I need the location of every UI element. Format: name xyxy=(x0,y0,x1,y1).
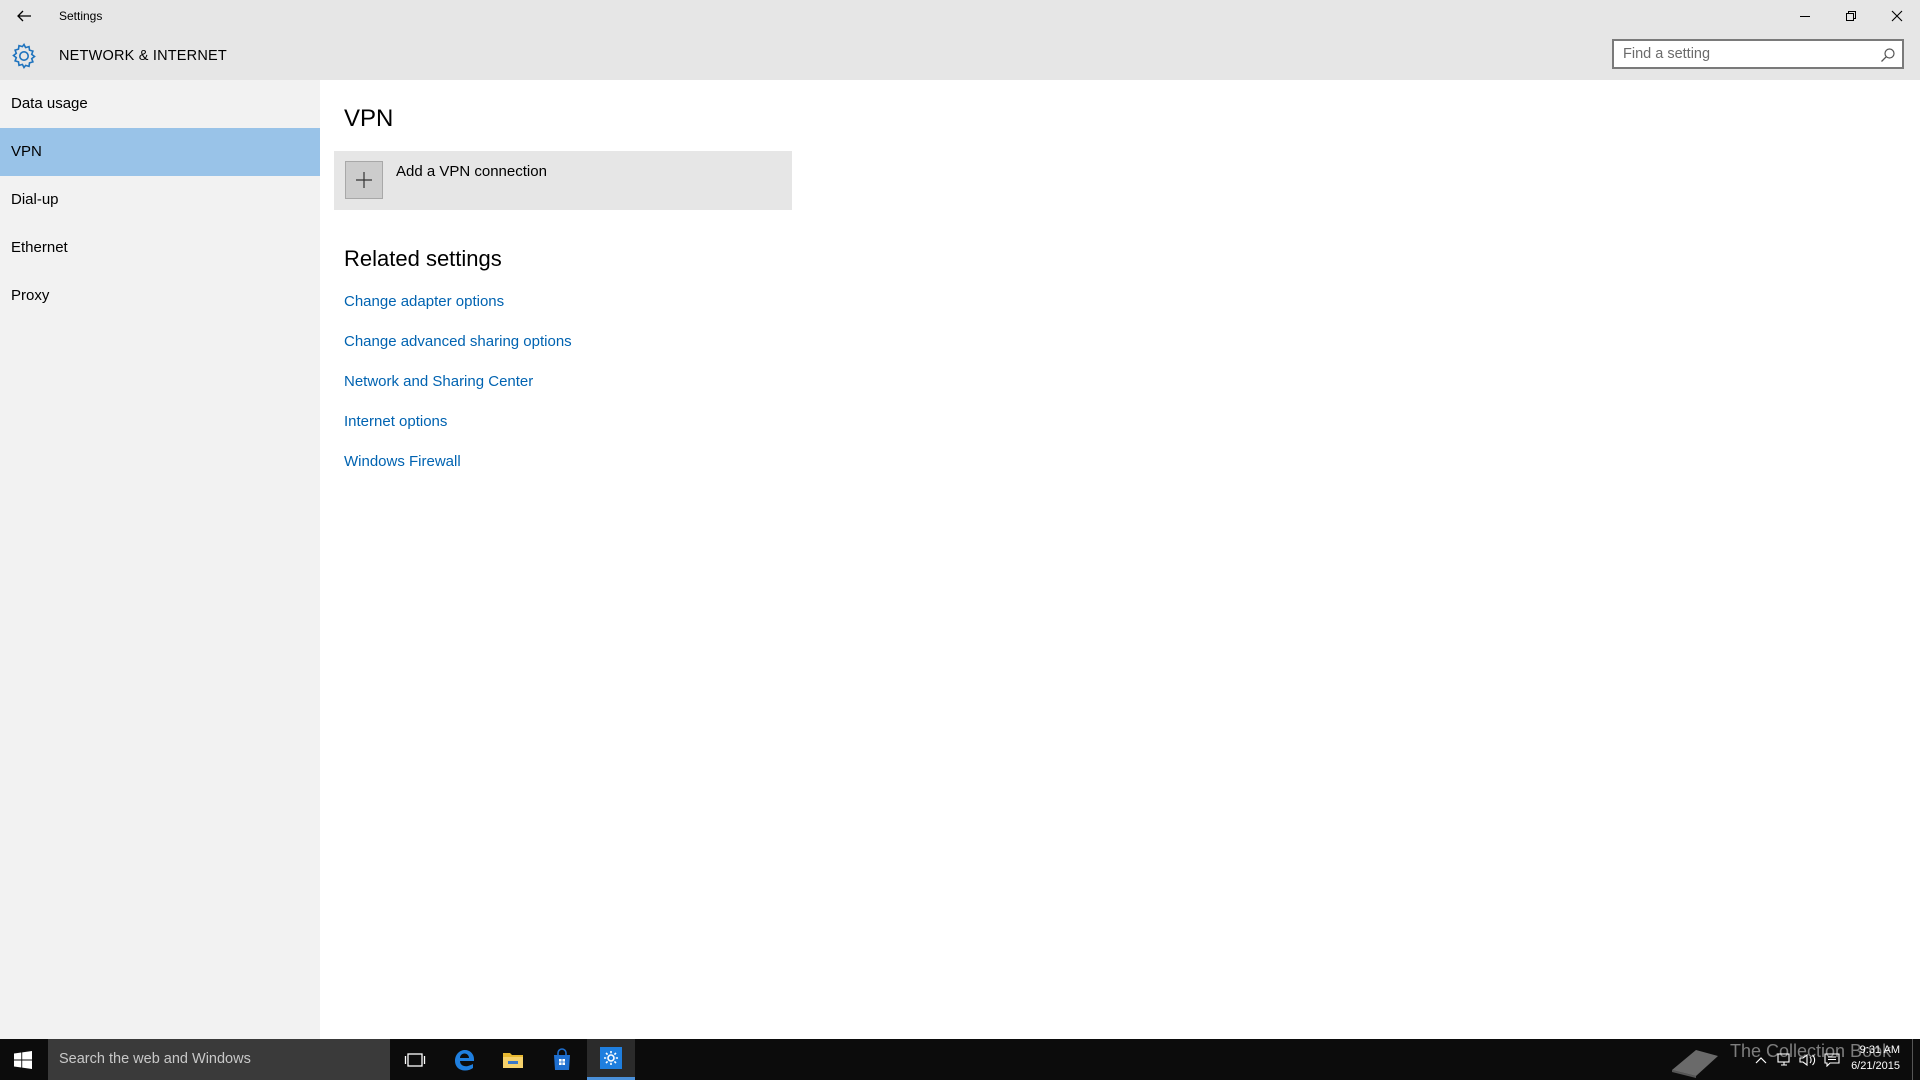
section-title: NETWORK & INTERNET xyxy=(59,48,227,64)
settings-header: NETWORK & INTERNET xyxy=(0,32,1920,80)
restore-button[interactable] xyxy=(1828,0,1874,32)
page-title: VPN xyxy=(344,105,394,132)
plus-icon-tile xyxy=(345,161,383,199)
file-explorer-icon xyxy=(503,1052,523,1068)
taskbar-search-placeholder: Search the web and Windows xyxy=(59,1051,251,1067)
plus-icon xyxy=(356,172,372,188)
action-center-button[interactable] xyxy=(1823,1051,1841,1069)
sidebar-item-vpn[interactable]: VPN xyxy=(0,128,320,176)
show-hidden-icons-button[interactable] xyxy=(1752,1051,1770,1069)
action-center-icon xyxy=(1824,1053,1840,1067)
volume-icon xyxy=(1799,1053,1816,1067)
link-network-and-sharing-center[interactable]: Network and Sharing Center xyxy=(344,373,533,390)
related-settings-heading: Related settings xyxy=(344,246,502,271)
link-change-advanced-sharing-options[interactable]: Change advanced sharing options xyxy=(344,333,572,350)
link-windows-firewall[interactable]: Windows Firewall xyxy=(344,453,461,470)
network-icon xyxy=(1777,1053,1790,1066)
close-icon xyxy=(1891,10,1903,22)
edge-icon xyxy=(455,1049,474,1070)
edge-button[interactable] xyxy=(440,1039,488,1080)
sidebar-nav: Data usage VPN Dial-up Ethernet Proxy xyxy=(0,80,320,1039)
sidebar-item-label: Data usage xyxy=(11,95,88,112)
back-arrow-icon xyxy=(17,10,31,22)
chevron-up-icon xyxy=(1755,1057,1767,1064)
clock-time: 9:31 AM xyxy=(1859,1044,1900,1056)
settings-search-input[interactable] xyxy=(1614,41,1873,67)
add-vpn-label: Add a VPN connection xyxy=(396,163,547,180)
sidebar-item-label: Proxy xyxy=(11,287,50,304)
back-button[interactable] xyxy=(0,0,48,32)
sidebar-item-label: Ethernet xyxy=(11,239,68,256)
minimize-icon xyxy=(1800,16,1810,17)
task-view-button[interactable] xyxy=(391,1039,439,1080)
settings-search-box[interactable] xyxy=(1612,39,1904,69)
settings-taskbar-button[interactable] xyxy=(587,1039,635,1080)
file-explorer-button[interactable] xyxy=(489,1039,537,1080)
link-internet-options[interactable]: Internet options xyxy=(344,413,447,430)
app-title: Settings xyxy=(59,9,103,23)
volume-tray-button[interactable] xyxy=(1799,1051,1817,1069)
sidebar-item-data-usage[interactable]: Data usage xyxy=(0,80,320,128)
settings-icon xyxy=(600,1047,622,1069)
sidebar-item-label: VPN xyxy=(11,143,42,160)
sidebar-item-dial-up[interactable]: Dial-up xyxy=(0,176,320,224)
clock-date: 6/21/2015 xyxy=(1851,1060,1900,1072)
sidebar-item-ethernet[interactable]: Ethernet xyxy=(0,224,320,272)
store-button[interactable] xyxy=(538,1039,586,1080)
show-desktop-button[interactable] xyxy=(1912,1039,1920,1080)
sidebar-item-proxy[interactable]: Proxy xyxy=(0,272,320,320)
close-button[interactable] xyxy=(1874,0,1920,32)
minimize-button[interactable] xyxy=(1782,0,1828,32)
search-icon[interactable] xyxy=(1880,47,1896,63)
taskbar-clock[interactable]: 9:31 AM 6/21/2015 xyxy=(1840,1042,1900,1074)
link-change-adapter-options[interactable]: Change adapter options xyxy=(344,293,504,310)
windows-logo-icon xyxy=(14,1050,32,1069)
add-vpn-connection-button[interactable]: Add a VPN connection xyxy=(334,151,792,210)
title-bar: Settings xyxy=(0,0,1920,32)
start-button[interactable] xyxy=(0,1039,46,1080)
sidebar-item-label: Dial-up xyxy=(11,191,59,208)
taskbar: Search the web and Windows The Collectio… xyxy=(0,1039,1920,1080)
store-icon xyxy=(554,1047,570,1070)
restore-icon xyxy=(1846,11,1856,21)
gear-icon xyxy=(12,43,36,69)
taskbar-search-box[interactable]: Search the web and Windows xyxy=(48,1039,390,1080)
main-content: VPN Add a VPN connection Related setting… xyxy=(320,80,1920,1039)
watermark-book-logo xyxy=(1672,1050,1718,1078)
network-tray-button[interactable] xyxy=(1776,1051,1794,1069)
task-view-icon xyxy=(404,1052,426,1067)
